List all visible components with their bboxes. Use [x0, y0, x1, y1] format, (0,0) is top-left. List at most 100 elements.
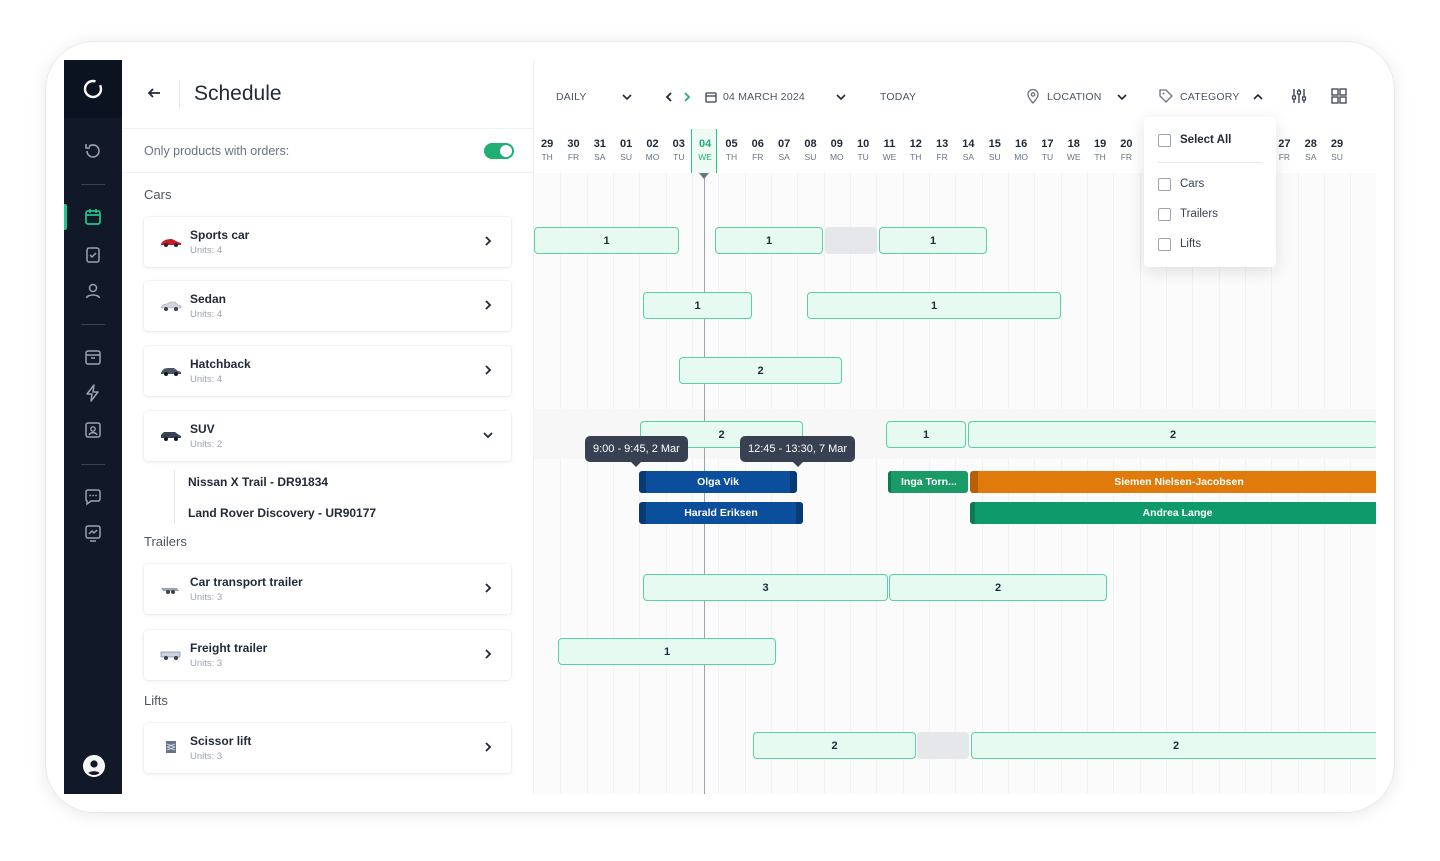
- availability-bar[interactable]: 3: [643, 574, 888, 601]
- chevron-down-icon[interactable]: [1114, 89, 1130, 105]
- product-card-sedan[interactable]: Sedan Units: 4: [144, 281, 511, 331]
- availability-bar[interactable]: 1: [886, 421, 966, 448]
- availability-bar[interactable]: 2: [679, 357, 842, 384]
- day-column-header[interactable]: 05 TH: [718, 129, 744, 173]
- day-column-header[interactable]: 08 SU: [797, 129, 823, 173]
- checkbox[interactable]: [1158, 207, 1171, 221]
- product-card-sports-car[interactable]: Sports car Units: 4: [144, 217, 511, 267]
- next-day-icon[interactable]: [679, 89, 695, 105]
- user-icon[interactable]: [83, 281, 103, 301]
- day-column-header[interactable]: 14 SA: [955, 129, 981, 173]
- checkbox[interactable]: [1158, 237, 1171, 251]
- product-card-freight-trailer[interactable]: Freight trailer Units: 3: [144, 630, 511, 680]
- availability-bar[interactable]: 1: [715, 227, 823, 254]
- availability-bar[interactable]: 2: [889, 574, 1107, 601]
- availability-bar[interactable]: 1: [879, 227, 987, 254]
- layout-grid-icon[interactable]: [1330, 87, 1348, 105]
- analytics-icon[interactable]: [83, 523, 103, 543]
- history-icon[interactable]: [83, 141, 103, 161]
- day-column-header[interactable]: 03 TU: [666, 129, 692, 173]
- day-column-header[interactable]: 06 FR: [745, 129, 771, 173]
- select-all-option[interactable]: Select All: [1158, 132, 1231, 148]
- unit-nissan-x-trail[interactable]: Nissan X Trail - DR91834: [188, 475, 328, 489]
- day-column-header[interactable]: 02 MO: [639, 129, 665, 173]
- prev-day-icon[interactable]: [661, 89, 677, 105]
- chevron-right-icon[interactable]: [481, 647, 495, 661]
- view-select[interactable]: DAILY: [556, 91, 587, 103]
- grid-line: [612, 173, 614, 794]
- day-column-header[interactable]: 07 SA: [771, 129, 797, 173]
- day-column-header[interactable]: 04 WE: [692, 129, 718, 173]
- day-column-header[interactable]: 18 WE: [1061, 129, 1087, 173]
- booking-inga-torn[interactable]: Inga Torn...: [888, 471, 968, 493]
- archive-icon[interactable]: [83, 347, 103, 367]
- day-column-header[interactable]: 19 TH: [1087, 129, 1113, 173]
- lightning-icon[interactable]: [83, 383, 103, 403]
- category-option-lifts[interactable]: Lifts: [1158, 236, 1201, 252]
- availability-bar[interactable]: 1: [807, 292, 1061, 319]
- weekday-label: MO: [829, 152, 844, 162]
- day-column-header[interactable]: 01 SU: [613, 129, 639, 173]
- day-column-header[interactable]: 29 SU: [1324, 129, 1350, 173]
- day-column-header[interactable]: 17 TU: [1034, 129, 1060, 173]
- booking-andrea-lange[interactable]: Andrea Lange: [970, 502, 1376, 524]
- day-column-header[interactable]: 15 SU: [982, 129, 1008, 173]
- category-option-trailers[interactable]: Trailers: [1158, 206, 1218, 222]
- availability-bar[interactable]: 1: [534, 227, 679, 254]
- availability-bar[interactable]: 1: [558, 638, 776, 665]
- day-column-header[interactable]: 13 FR: [929, 129, 955, 173]
- clipboard-check-icon[interactable]: [83, 244, 103, 264]
- day-column-header[interactable]: 20 FR: [1113, 129, 1139, 173]
- back-arrow-icon[interactable]: [146, 85, 162, 101]
- product-units: Units: 3: [190, 658, 223, 669]
- availability-bar[interactable]: 2: [753, 732, 916, 759]
- avatar[interactable]: [83, 755, 105, 777]
- product-card-car-transport-trailer[interactable]: Car transport trailer Units: 3: [144, 564, 511, 614]
- sports-car-icon: [161, 239, 181, 247]
- day-column-header[interactable]: 09 MO: [824, 129, 850, 173]
- day-column-header[interactable]: 10 TU: [850, 129, 876, 173]
- grid-line: [560, 173, 562, 794]
- chevron-right-icon[interactable]: [481, 298, 495, 312]
- logo[interactable]: [64, 60, 122, 118]
- only-products-toggle[interactable]: [484, 143, 514, 159]
- chevron-right-icon[interactable]: [481, 234, 495, 248]
- option-label: Cars: [1180, 178, 1205, 190]
- booking-harald-eriksen[interactable]: Harald Eriksen: [639, 502, 803, 524]
- availability-bar[interactable]: 2: [968, 421, 1376, 448]
- location-filter[interactable]: LOCATION: [1047, 91, 1102, 103]
- chevron-right-icon[interactable]: [481, 740, 495, 754]
- product-card-suv[interactable]: SUV Units: 2: [144, 411, 511, 461]
- day-column-header[interactable]: 29 TH: [534, 129, 560, 173]
- calendar-icon[interactable]: [83, 207, 103, 227]
- today-button[interactable]: TODAY: [880, 91, 916, 103]
- chat-icon[interactable]: [83, 487, 103, 507]
- chevron-right-icon[interactable]: [481, 363, 495, 377]
- chevron-down-icon[interactable]: [619, 89, 635, 105]
- unit-land-rover-discovery[interactable]: Land Rover Discovery - UR90177: [188, 506, 376, 520]
- product-card-hatchback[interactable]: Hatchback Units: 4: [144, 346, 511, 396]
- chevron-down-icon[interactable]: [833, 89, 849, 105]
- booking-olga-vik[interactable]: Olga Vik: [639, 471, 797, 493]
- day-column-header[interactable]: 16 MO: [1008, 129, 1034, 173]
- sliders-icon[interactable]: [1290, 87, 1308, 105]
- chevron-right-icon[interactable]: [481, 581, 495, 595]
- chevron-down-icon[interactable]: [481, 428, 495, 442]
- chevron-up-icon[interactable]: [1250, 89, 1266, 105]
- availability-bar[interactable]: 2: [971, 732, 1376, 759]
- day-column-header[interactable]: 12 TH: [903, 129, 929, 173]
- date-picker[interactable]: 04 MARCH 2024: [723, 91, 805, 103]
- weekday-label: FR: [752, 152, 764, 162]
- product-card-scissor-lift[interactable]: Scissor lift Units: 3: [144, 723, 511, 773]
- category-filter[interactable]: CATEGORY: [1180, 91, 1240, 103]
- availability-bar[interactable]: 1: [643, 292, 752, 319]
- booking-siemen-nielsen-jacobsen[interactable]: Siemen Nielsen-Jacobsen: [970, 471, 1376, 493]
- day-column-header[interactable]: 30 FR: [560, 129, 586, 173]
- category-option-cars[interactable]: Cars: [1158, 176, 1204, 192]
- day-column-header[interactable]: 11 WE: [876, 129, 902, 173]
- contact-card-icon[interactable]: [83, 420, 103, 440]
- checkbox[interactable]: [1158, 177, 1171, 191]
- day-column-header[interactable]: 31 SA: [587, 129, 613, 173]
- checkbox[interactable]: [1158, 133, 1171, 147]
- day-column-header[interactable]: 28 SA: [1298, 129, 1324, 173]
